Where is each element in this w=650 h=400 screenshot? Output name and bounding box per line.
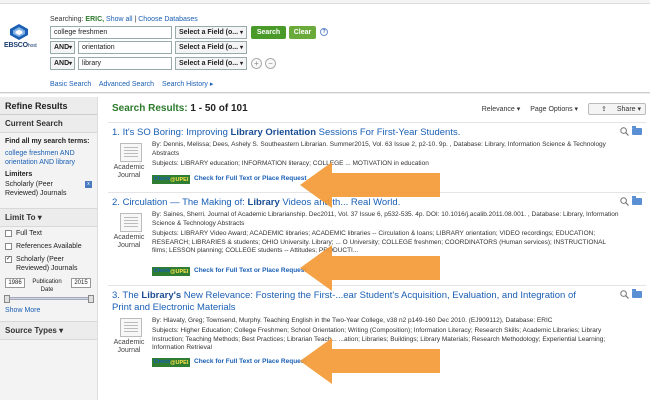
result-meta: By: Hlavaty, Greg; Townsend, Murphy. Tea… [152, 317, 553, 324]
full-text-link[interactable]: Check@UPEI Check for Full Text or Place R… [152, 174, 307, 184]
checkbox-full-text[interactable] [5, 230, 12, 237]
publication-date-label: Publication Date [32, 279, 62, 293]
chevron-down-icon: ▾ [239, 61, 243, 67]
refine-results-heading: Refine Results [0, 97, 97, 115]
chevron-down-icon: ▾ [59, 326, 64, 335]
relevance-sort[interactable]: Relevance ▾ [482, 106, 521, 113]
checkbox-references[interactable] [5, 243, 12, 250]
show-more-link[interactable]: Show More [0, 304, 97, 317]
date-slider[interactable] [4, 295, 94, 303]
searching-databases: Searching: ERIC, Show all | Choose Datab… [50, 16, 198, 23]
date-from-input[interactable]: 1986 [5, 278, 25, 288]
search-input-3[interactable]: library [78, 57, 172, 70]
remove-limiter-icon[interactable]: x [85, 181, 92, 188]
search-history-link[interactable]: Search History ▸ [162, 81, 213, 88]
chevron-down-icon: ▾ [239, 45, 243, 51]
current-database: ERIC, [85, 16, 105, 23]
limit-to-heading[interactable]: Limit To ▾ [0, 208, 97, 227]
magnifier-icon[interactable] [620, 290, 629, 299]
basic-search-link[interactable]: Basic Search [50, 81, 91, 88]
search-header: EBSCOhost Searching: ERIC, Show all | Ch… [0, 4, 650, 92]
magnifier-icon[interactable] [620, 127, 629, 136]
chevron-down-icon: ▾ [37, 213, 42, 222]
result-type: Academic Journal [113, 234, 145, 249]
result-type: Academic Journal [113, 339, 145, 354]
annotation-arrow-icon [300, 338, 440, 384]
publication-date-filter: 1986 Publication Date 2015 [4, 278, 94, 304]
results-heading: Search Results: 1 - 50 of 101 [112, 103, 248, 114]
search-input-1[interactable]: college freshmen [50, 26, 172, 39]
show-all-link[interactable]: Show all [106, 16, 132, 23]
boolean-select-2[interactable]: AND ▾ [50, 41, 75, 54]
search-row-3: AND ▾ library Select a Field (o... ▾ + − [50, 57, 340, 70]
date-to-input[interactable]: 2015 [71, 278, 91, 288]
boolean-select-3[interactable]: AND ▾ [50, 57, 75, 70]
ebsco-logo: EBSCOhost [4, 24, 42, 52]
share-button[interactable]: ⇪ Share ▾ [588, 103, 646, 115]
result-meta: By: Saines, Sherri. Journal of Academic … [152, 211, 619, 227]
remove-row-icon[interactable]: − [265, 58, 276, 69]
add-row-icon[interactable]: + [251, 58, 262, 69]
result-actions [620, 289, 642, 300]
refine-sidebar: Refine Results Current Search Find all m… [0, 97, 98, 400]
magnifier-icon[interactable] [620, 197, 629, 206]
results-toolbar: Relevance ▾ Page Options ▾ ⇪ Share ▾ [474, 103, 646, 115]
full-text-link[interactable]: Check@UPEI Check for Full Text or Place R… [152, 266, 307, 276]
ebsco-logo-text: EBSCOhost [4, 42, 37, 49]
result-type: Academic Journal [113, 164, 145, 179]
check-upei-logo: Check@UPEI [152, 266, 190, 276]
check-upei-logo: Check@UPEI [152, 357, 190, 367]
search-row-2: AND ▾ orientation Select a Field (o... ▾ [50, 41, 340, 54]
search-terms-link[interactable]: college freshmen AND orientation AND lib… [5, 149, 92, 167]
limit-scholarly[interactable]: ✓ Scholarly (Peer Reviewed) Journals [0, 253, 97, 275]
field-select-1[interactable]: Select a Field (o... ▾ [175, 26, 247, 39]
chevron-down-icon: ▾ [68, 45, 72, 51]
find-all-label: Find all my search terms: [5, 138, 90, 145]
checkbox-scholarly[interactable]: ✓ [5, 256, 12, 263]
result-meta: By: Dennis, Melissa; Dees, Ashely S. Sou… [152, 141, 606, 157]
result-actions [620, 196, 642, 207]
full-text-link[interactable]: Check@UPEI Check for Full Text or Place R… [152, 357, 307, 367]
check-upei-logo: Check@UPEI [152, 174, 190, 184]
field-select-2[interactable]: Select a Field (o... ▾ [175, 41, 247, 54]
search-row-1: college freshmen Select a Field (o... ▾ S… [50, 26, 340, 39]
folder-icon[interactable] [632, 289, 642, 298]
folder-icon[interactable] [632, 126, 642, 135]
search-button[interactable]: Search [251, 26, 286, 39]
choose-databases-link[interactable]: Choose Databases [138, 16, 198, 23]
share-icon: ⇪ [601, 106, 607, 113]
advanced-search-link[interactable]: Advanced Search [99, 81, 154, 88]
current-search-heading: Current Search [0, 115, 97, 133]
current-search-box: Find all my search terms: college freshm… [0, 133, 97, 202]
limit-full-text[interactable]: Full Text [0, 227, 97, 240]
field-select-3[interactable]: Select a Field (o... ▾ [175, 57, 247, 70]
slider-handle-start[interactable] [4, 295, 10, 303]
limiter-item: Scholarly (Peer Reviewed) Journals x [5, 180, 92, 198]
result-title[interactable]: 3. The Library's New Relevance: Fosterin… [112, 290, 594, 314]
limit-references[interactable]: References Available [0, 240, 97, 253]
limiters-heading: Limiters [5, 171, 33, 178]
result-title[interactable]: 1. It's SO Boring: Improving Library Ori… [112, 127, 460, 138]
folder-icon[interactable] [632, 196, 642, 205]
page-options[interactable]: Page Options ▾ [530, 106, 578, 113]
result-actions [620, 126, 642, 137]
slider-handle-end[interactable] [88, 295, 94, 303]
annotation-arrow-icon [300, 245, 440, 291]
chevron-down-icon: ▾ [239, 30, 243, 36]
ebsco-logo-icon [10, 24, 28, 40]
clear-button[interactable]: Clear [289, 26, 316, 39]
search-input-2[interactable]: orientation [78, 41, 172, 54]
chevron-down-icon: ▾ [68, 61, 72, 67]
search-links: Basic Search Advanced Search Search Hist… [50, 80, 219, 88]
annotation-arrow-icon [300, 162, 440, 208]
source-types-heading[interactable]: Source Types ▾ [0, 321, 97, 340]
help-icon[interactable]: ? [320, 28, 328, 36]
header-divider [0, 92, 650, 94]
